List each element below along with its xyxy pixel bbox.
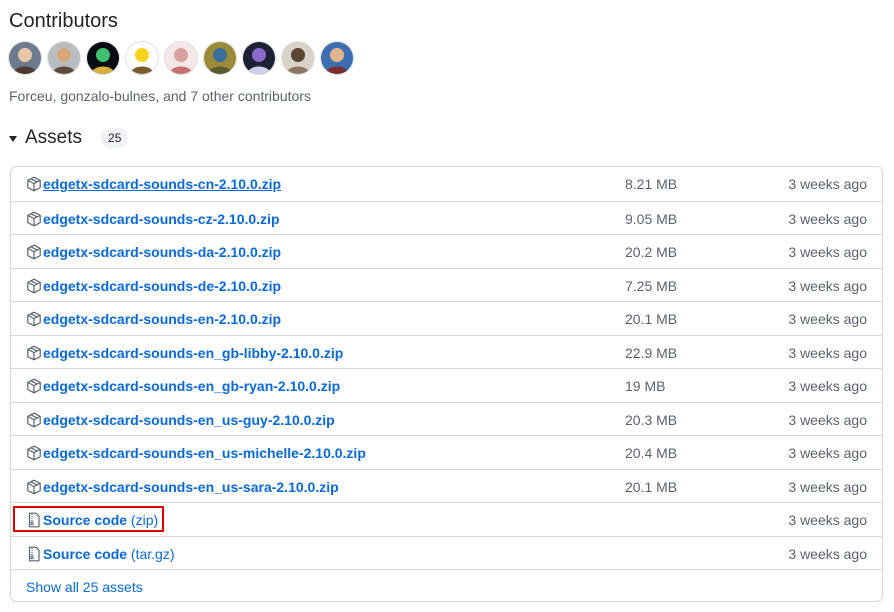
file-zip-icon	[28, 512, 40, 528]
asset-row: edgetx-sdcard-sounds-cn-2.10.0.zip 8.21 M…	[11, 167, 882, 201]
avatar-image	[9, 42, 41, 74]
asset-date: 3 weeks ago	[788, 345, 867, 361]
package-icon	[27, 378, 41, 394]
asset-date: 3 weeks ago	[788, 211, 867, 227]
asset-row: edgetx-sdcard-sounds-da-2.10.0.zip 20.2 M…	[11, 234, 882, 268]
asset-download-link[interactable]: edgetx-sdcard-sounds-da-2.10.0.zip	[43, 243, 281, 261]
avatar-image	[48, 42, 80, 74]
package-icon	[27, 412, 41, 428]
contributors-summary: Forceu, gonzalo-bulnes, and 7 other cont…	[9, 88, 311, 104]
avatar-image	[204, 42, 236, 74]
contributor-avatar[interactable]	[243, 42, 275, 74]
asset-size: 20.4 MB	[625, 445, 678, 461]
asset-download-link[interactable]: edgetx-sdcard-sounds-en_gb-libby-2.10.0.…	[43, 344, 343, 362]
asset-date: 3 weeks ago	[788, 244, 867, 260]
package-icon	[27, 479, 41, 495]
asset-row: edgetx-sdcard-sounds-en_us-guy-2.10.0.zi…	[11, 402, 882, 436]
asset-download-link[interactable]: edgetx-sdcard-sounds-en_us-michelle-2.10…	[43, 444, 366, 462]
source-code-targz-link[interactable]: Source code (tar.gz)	[43, 545, 175, 563]
avatar-image	[282, 42, 314, 74]
asset-date: 3 weeks ago	[788, 479, 867, 495]
contributor-avatar[interactable]	[48, 42, 80, 74]
asset-row: edgetx-sdcard-sounds-en-2.10.0.zip 20.1 M…	[11, 301, 882, 335]
avatar-image	[321, 42, 353, 74]
asset-date: 3 weeks ago	[788, 311, 867, 327]
source-code-format: (zip)	[130, 512, 159, 528]
asset-download-link[interactable]: edgetx-sdcard-sounds-cn-2.10.0.zip	[43, 175, 281, 193]
asset-size: 22.9 MB	[625, 345, 678, 361]
asset-row: edgetx-sdcard-sounds-en_us-michelle-2.10…	[11, 435, 882, 469]
asset-row: edgetx-sdcard-sounds-cz-2.10.0.zip 9.05 M…	[11, 201, 882, 235]
asset-size: 19 MB	[625, 378, 666, 394]
contributor-avatar[interactable]	[126, 42, 158, 74]
asset-date: 3 weeks ago	[788, 546, 867, 562]
contributor-avatar[interactable]	[321, 42, 353, 74]
asset-size: 8.21 MB	[625, 176, 678, 192]
avatar-image	[87, 42, 119, 74]
asset-download-link[interactable]: edgetx-sdcard-sounds-en-2.10.0.zip	[43, 310, 281, 328]
caret-down-icon[interactable]	[9, 136, 17, 142]
package-icon	[27, 244, 41, 260]
asset-row: edgetx-sdcard-sounds-en_gb-libby-2.10.0.…	[11, 335, 882, 369]
avatar-image	[243, 42, 275, 74]
asset-date: 3 weeks ago	[788, 378, 867, 394]
show-all-assets-link[interactable]: Show all 25 assets	[26, 578, 143, 596]
package-icon	[27, 445, 41, 461]
asset-download-link[interactable]: edgetx-sdcard-sounds-cz-2.10.0.zip	[43, 210, 280, 228]
file-zip-icon	[28, 546, 40, 562]
assets-count-badge: 25	[101, 128, 129, 148]
source-code-zip-link[interactable]: Source code (zip)	[43, 511, 158, 529]
asset-size: 20.3 MB	[625, 412, 678, 428]
asset-date: 3 weeks ago	[788, 412, 867, 428]
contributor-avatar[interactable]	[282, 42, 314, 74]
assets-heading: Assets	[25, 127, 83, 148]
asset-row: edgetx-sdcard-sounds-de-2.10.0.zip 7.25 M…	[11, 268, 882, 302]
source-code-label: Source code	[43, 546, 128, 562]
package-icon	[27, 345, 41, 361]
source-code-format: (tar.gz)	[130, 546, 175, 562]
contributors-heading: Contributors	[9, 10, 118, 32]
contributor-avatar[interactable]	[9, 42, 41, 74]
avatar-image	[165, 42, 197, 74]
package-icon	[27, 211, 41, 227]
asset-size: 20.2 MB	[625, 244, 678, 260]
package-icon	[27, 311, 41, 327]
asset-download-link[interactable]: edgetx-sdcard-sounds-en_gb-ryan-2.10.0.z…	[43, 377, 340, 395]
asset-size: 20.1 MB	[625, 479, 678, 495]
contributor-avatar[interactable]	[204, 42, 236, 74]
source-code-label: Source code	[43, 512, 128, 528]
asset-date: 3 weeks ago	[788, 176, 867, 192]
asset-row: Show all 25 assets	[11, 569, 882, 601]
asset-size: 9.05 MB	[625, 211, 678, 227]
contributor-avatar[interactable]	[165, 42, 197, 74]
package-icon	[27, 278, 41, 294]
contributor-avatar[interactable]	[87, 42, 119, 74]
asset-download-link[interactable]: edgetx-sdcard-sounds-de-2.10.0.zip	[43, 277, 281, 295]
asset-date: 3 weeks ago	[788, 445, 867, 461]
asset-row: edgetx-sdcard-sounds-en_us-sara-2.10.0.z…	[11, 469, 882, 503]
avatar-image	[126, 42, 158, 74]
asset-download-link[interactable]: edgetx-sdcard-sounds-en_us-guy-2.10.0.zi…	[43, 411, 335, 429]
asset-date: 3 weeks ago	[788, 278, 867, 294]
package-icon	[27, 176, 41, 192]
asset-size: 7.25 MB	[625, 278, 678, 294]
asset-download-link[interactable]: edgetx-sdcard-sounds-en_us-sara-2.10.0.z…	[43, 478, 339, 496]
asset-date: 3 weeks ago	[788, 512, 867, 528]
assets-list: edgetx-sdcard-sounds-cn-2.10.0.zip 8.21 M…	[10, 166, 883, 602]
assets-toggle[interactable]: Assets 25	[9, 126, 129, 150]
asset-size: 20.1 MB	[625, 311, 678, 327]
asset-row: edgetx-sdcard-sounds-en_gb-ryan-2.10.0.z…	[11, 368, 882, 402]
asset-row: Source code (zip) 3 weeks ago	[11, 502, 882, 536]
asset-row: Source code (tar.gz) 3 weeks ago	[11, 536, 882, 570]
